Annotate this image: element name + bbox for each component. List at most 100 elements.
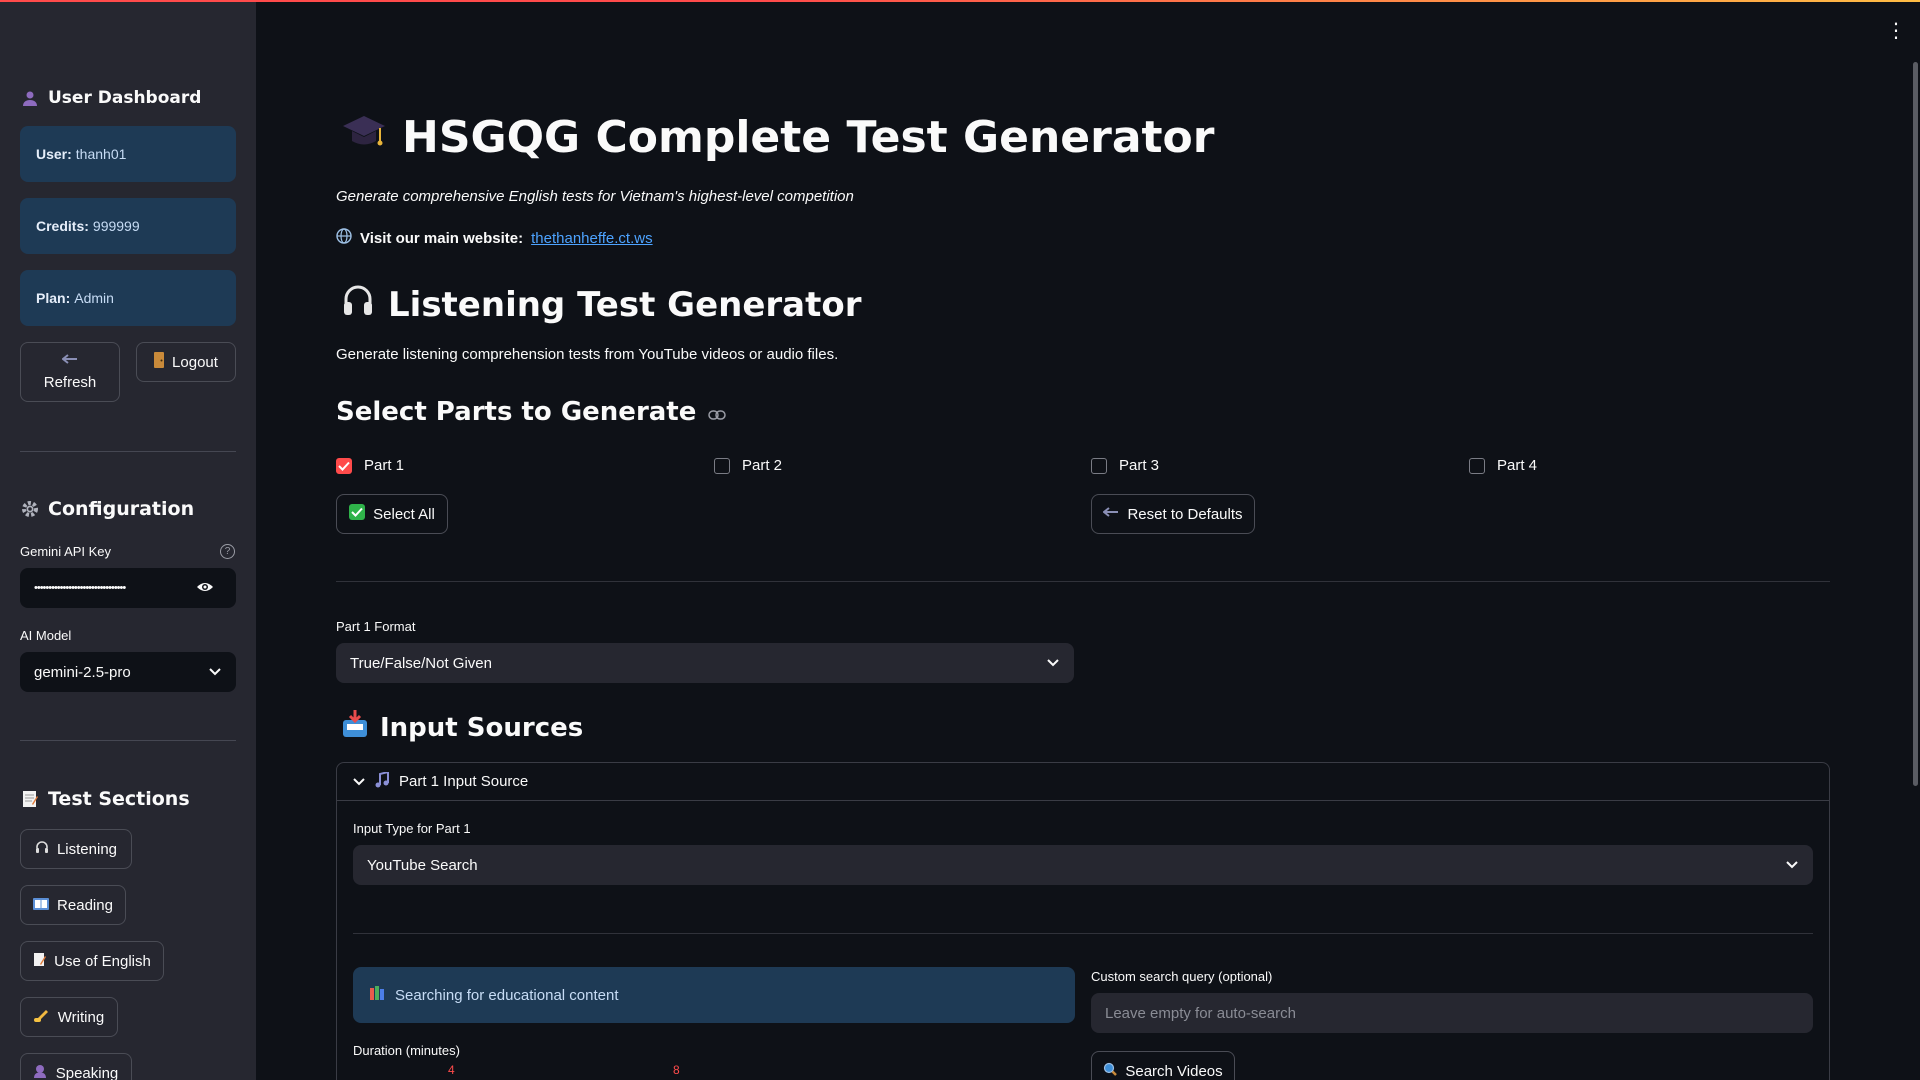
input-sources-heading-text: Input Sources bbox=[380, 712, 584, 743]
page-title-text: HSGQG Complete Test Generator bbox=[402, 112, 1215, 163]
api-key-value: •••••••••••••••••••••••••••••••• bbox=[34, 582, 126, 594]
expander-header[interactable]: Part 1 Input Source bbox=[337, 763, 1829, 801]
searching-info-box: Searching for educational content bbox=[353, 967, 1075, 1023]
section-label: Writing bbox=[57, 1008, 105, 1026]
checkbox-box[interactable] bbox=[1091, 457, 1107, 474]
door-icon bbox=[154, 352, 165, 372]
plan-value: Admin bbox=[74, 290, 114, 306]
duration-min-value: 4 bbox=[448, 1063, 455, 1077]
ai-model-value: gemini-2.5-pro bbox=[34, 663, 131, 681]
section-label: Listening bbox=[56, 840, 118, 858]
search-videos-button[interactable]: Search Videos bbox=[1091, 1051, 1235, 1080]
book-icon bbox=[33, 897, 50, 914]
more-menu-icon[interactable]: ⋮ bbox=[1886, 20, 1906, 40]
refresh-button[interactable]: Refresh bbox=[20, 342, 120, 402]
custom-query-placeholder: Leave empty for auto-search bbox=[1105, 1004, 1296, 1022]
listening-description: Generate listening comprehension tests f… bbox=[336, 346, 839, 363]
inbox-tray-icon bbox=[342, 710, 368, 745]
input-type-value: YouTube Search bbox=[367, 856, 478, 874]
part4-checkbox[interactable]: Part 4 bbox=[1469, 457, 1537, 474]
section-label: Use of English bbox=[54, 952, 151, 970]
checkbox-box[interactable] bbox=[1469, 457, 1485, 474]
memo-icon bbox=[20, 789, 40, 809]
logout-label: Logout bbox=[172, 353, 218, 371]
user-icon bbox=[20, 88, 40, 108]
input-type-label: Input Type for Part 1 bbox=[353, 821, 471, 836]
sidebar-divider bbox=[20, 451, 236, 452]
searching-text: Searching for educational content bbox=[395, 986, 619, 1004]
part1-format-value: True/False/Not Given bbox=[350, 654, 492, 672]
search-videos-label: Search Videos bbox=[1125, 1062, 1223, 1080]
section-use-of-english-button[interactable]: Use of English bbox=[20, 941, 164, 981]
user-dashboard-title: User Dashboard bbox=[48, 88, 202, 108]
part1-checkbox[interactable]: Part 1 bbox=[336, 457, 404, 474]
section-reading-button[interactable]: Reading bbox=[20, 885, 126, 925]
top-decoration-bar bbox=[0, 0, 1920, 2]
configuration-title: Configuration bbox=[48, 498, 195, 520]
writing-hand-icon bbox=[33, 1008, 50, 1026]
part1-input-expander: Part 1 Input Source Input Type for Part … bbox=[336, 762, 1830, 1080]
memo-icon bbox=[33, 952, 47, 971]
ai-model-label: AI Model bbox=[20, 628, 72, 643]
chevron-down-icon bbox=[1046, 656, 1060, 670]
part3-checkbox[interactable]: Part 3 bbox=[1091, 457, 1159, 474]
link-icon[interactable] bbox=[708, 397, 727, 427]
logout-button[interactable]: Logout bbox=[136, 342, 236, 382]
ai-model-select[interactable]: gemini-2.5-pro bbox=[20, 652, 236, 692]
section-divider bbox=[353, 933, 1813, 934]
checkbox-box[interactable] bbox=[336, 457, 352, 474]
part3-label: Part 3 bbox=[1119, 457, 1160, 474]
section-listening-button[interactable]: Listening bbox=[20, 829, 132, 869]
website-link[interactable]: thethanheffe.ct.ws bbox=[531, 230, 652, 247]
select-all-button[interactable]: Select All bbox=[336, 494, 448, 534]
part1-format-select[interactable]: True/False/Not Given bbox=[336, 643, 1074, 683]
listening-heading-text: Listening Test Generator bbox=[388, 284, 862, 325]
scrollbar[interactable] bbox=[1913, 62, 1918, 786]
sidebar-divider bbox=[20, 740, 236, 741]
configuration-heading: Configuration bbox=[20, 498, 194, 520]
search-icon bbox=[1103, 1062, 1118, 1080]
test-sections-heading: Test Sections bbox=[20, 788, 190, 810]
select-parts-heading: Select Parts to Generate bbox=[336, 397, 727, 427]
refresh-label: Refresh bbox=[43, 374, 97, 391]
reset-defaults-button[interactable]: Reset to Defaults bbox=[1091, 494, 1255, 534]
chevron-down-icon bbox=[353, 773, 365, 790]
check-mark-icon bbox=[349, 504, 366, 524]
user-label: User: bbox=[36, 146, 72, 162]
globe-icon bbox=[336, 228, 352, 248]
chevron-down-icon bbox=[208, 665, 222, 679]
books-icon bbox=[369, 985, 385, 1005]
headphones-icon bbox=[35, 840, 49, 858]
api-key-label: Gemini API Key bbox=[20, 544, 112, 559]
section-speaking-button[interactable]: Speaking bbox=[20, 1053, 132, 1080]
expander-title: Part 1 Input Source bbox=[399, 773, 529, 790]
page-title: HSGQG Complete Test Generator bbox=[342, 112, 1214, 163]
music-note-icon bbox=[375, 770, 389, 792]
custom-query-input[interactable]: Leave empty for auto-search bbox=[1091, 993, 1813, 1033]
checkbox-box[interactable] bbox=[714, 457, 730, 474]
visit-label: Visit our main website: bbox=[360, 229, 524, 247]
input-type-select[interactable]: YouTube Search bbox=[353, 845, 1813, 885]
credits-value: 999999 bbox=[92, 218, 140, 234]
select-all-label: Select All bbox=[373, 505, 435, 523]
part2-checkbox[interactable]: Part 2 bbox=[714, 457, 782, 474]
main-content: ⋮ HSGQG Complete Test Generator Generate… bbox=[256, 0, 1920, 1080]
section-writing-button[interactable]: Writing bbox=[20, 997, 118, 1037]
part1-format-label: Part 1 Format bbox=[336, 619, 416, 634]
headphones-icon bbox=[342, 283, 374, 326]
sidebar: User Dashboard User: thanh01 Credits: 99… bbox=[0, 0, 256, 1080]
section-divider bbox=[336, 581, 1830, 582]
user-info-box: User: thanh01 bbox=[20, 126, 236, 182]
back-arrow-icon bbox=[1102, 506, 1119, 523]
duration-label: Duration (minutes) bbox=[353, 1043, 460, 1058]
part4-label: Part 4 bbox=[1497, 457, 1538, 474]
help-icon[interactable]: ? bbox=[220, 544, 235, 559]
gear-icon bbox=[20, 499, 40, 519]
duration-max-value: 8 bbox=[673, 1063, 680, 1077]
api-key-input[interactable]: •••••••••••••••••••••••••••••••• bbox=[20, 568, 236, 608]
eye-icon[interactable] bbox=[196, 580, 214, 597]
section-label: Reading bbox=[57, 896, 113, 914]
section-label: Speaking bbox=[55, 1064, 119, 1080]
plan-label: Plan: bbox=[36, 290, 71, 306]
part2-label: Part 2 bbox=[742, 457, 783, 474]
